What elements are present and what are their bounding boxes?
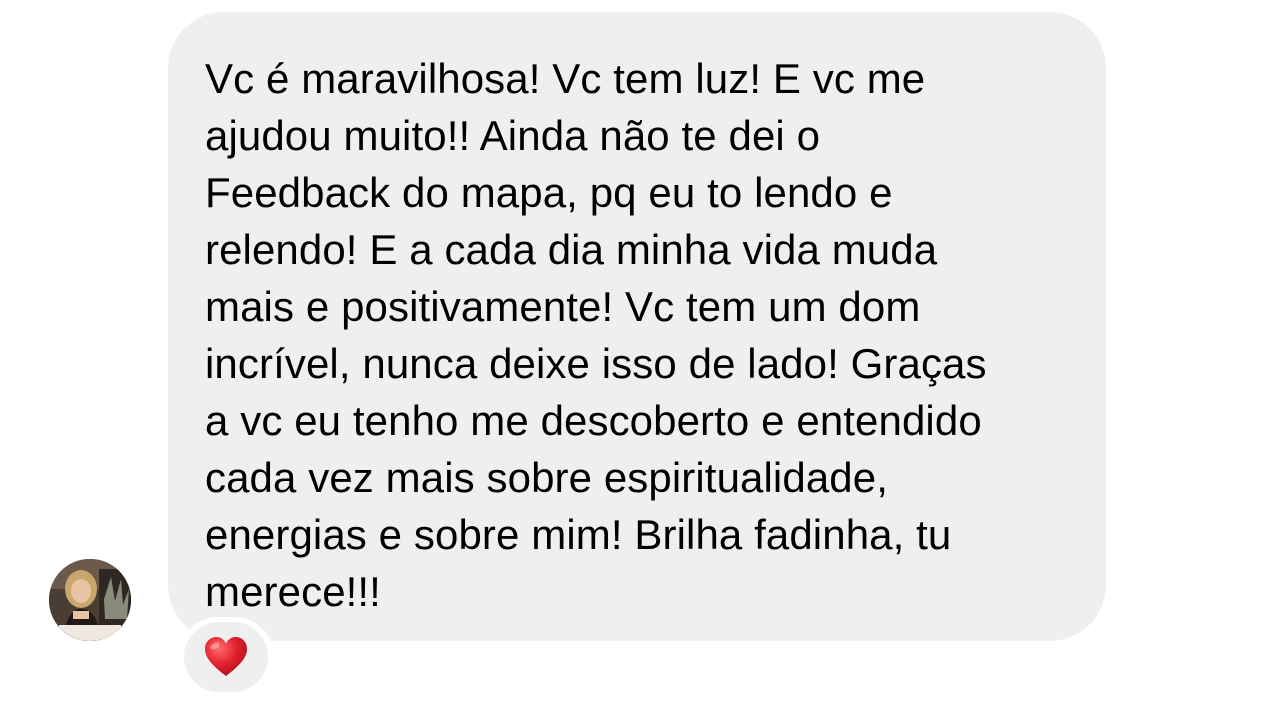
- reaction-badge[interactable]: [178, 617, 274, 697]
- message-text: Vc é maravilhosa! Vc tem luz! E vc me aj…: [205, 50, 1086, 620]
- message-line: relendo! E a cada dia minha vida muda: [205, 226, 938, 273]
- message-bubble[interactable]: Vc é maravilhosa! Vc tem luz! E vc me aj…: [168, 12, 1106, 641]
- message-line: energias e sobre mim! Brilha fadinha, tu: [205, 511, 952, 558]
- message-line: incrível, nunca deixe isso de lado! Graç…: [205, 340, 987, 387]
- message-line: ajudou muito!! Ainda não te dei o: [205, 112, 821, 159]
- message-line: Feedback do mapa, pq eu to lendo e: [205, 169, 893, 216]
- sender-avatar[interactable]: [49, 559, 131, 641]
- message-line: Vc é maravilhosa! Vc tem luz! E vc me: [205, 55, 926, 102]
- red-heart-icon: [203, 636, 249, 678]
- message-line: a vc eu tenho me descoberto e entendido: [205, 397, 982, 444]
- reaction-pill: [184, 622, 268, 692]
- message-line: merece!!!: [205, 568, 381, 615]
- avatar-photo: [49, 559, 131, 641]
- message-line: mais e positivamente! Vc tem um dom: [205, 283, 921, 330]
- message-line: cada vez mais sobre espiritualidade,: [205, 454, 888, 501]
